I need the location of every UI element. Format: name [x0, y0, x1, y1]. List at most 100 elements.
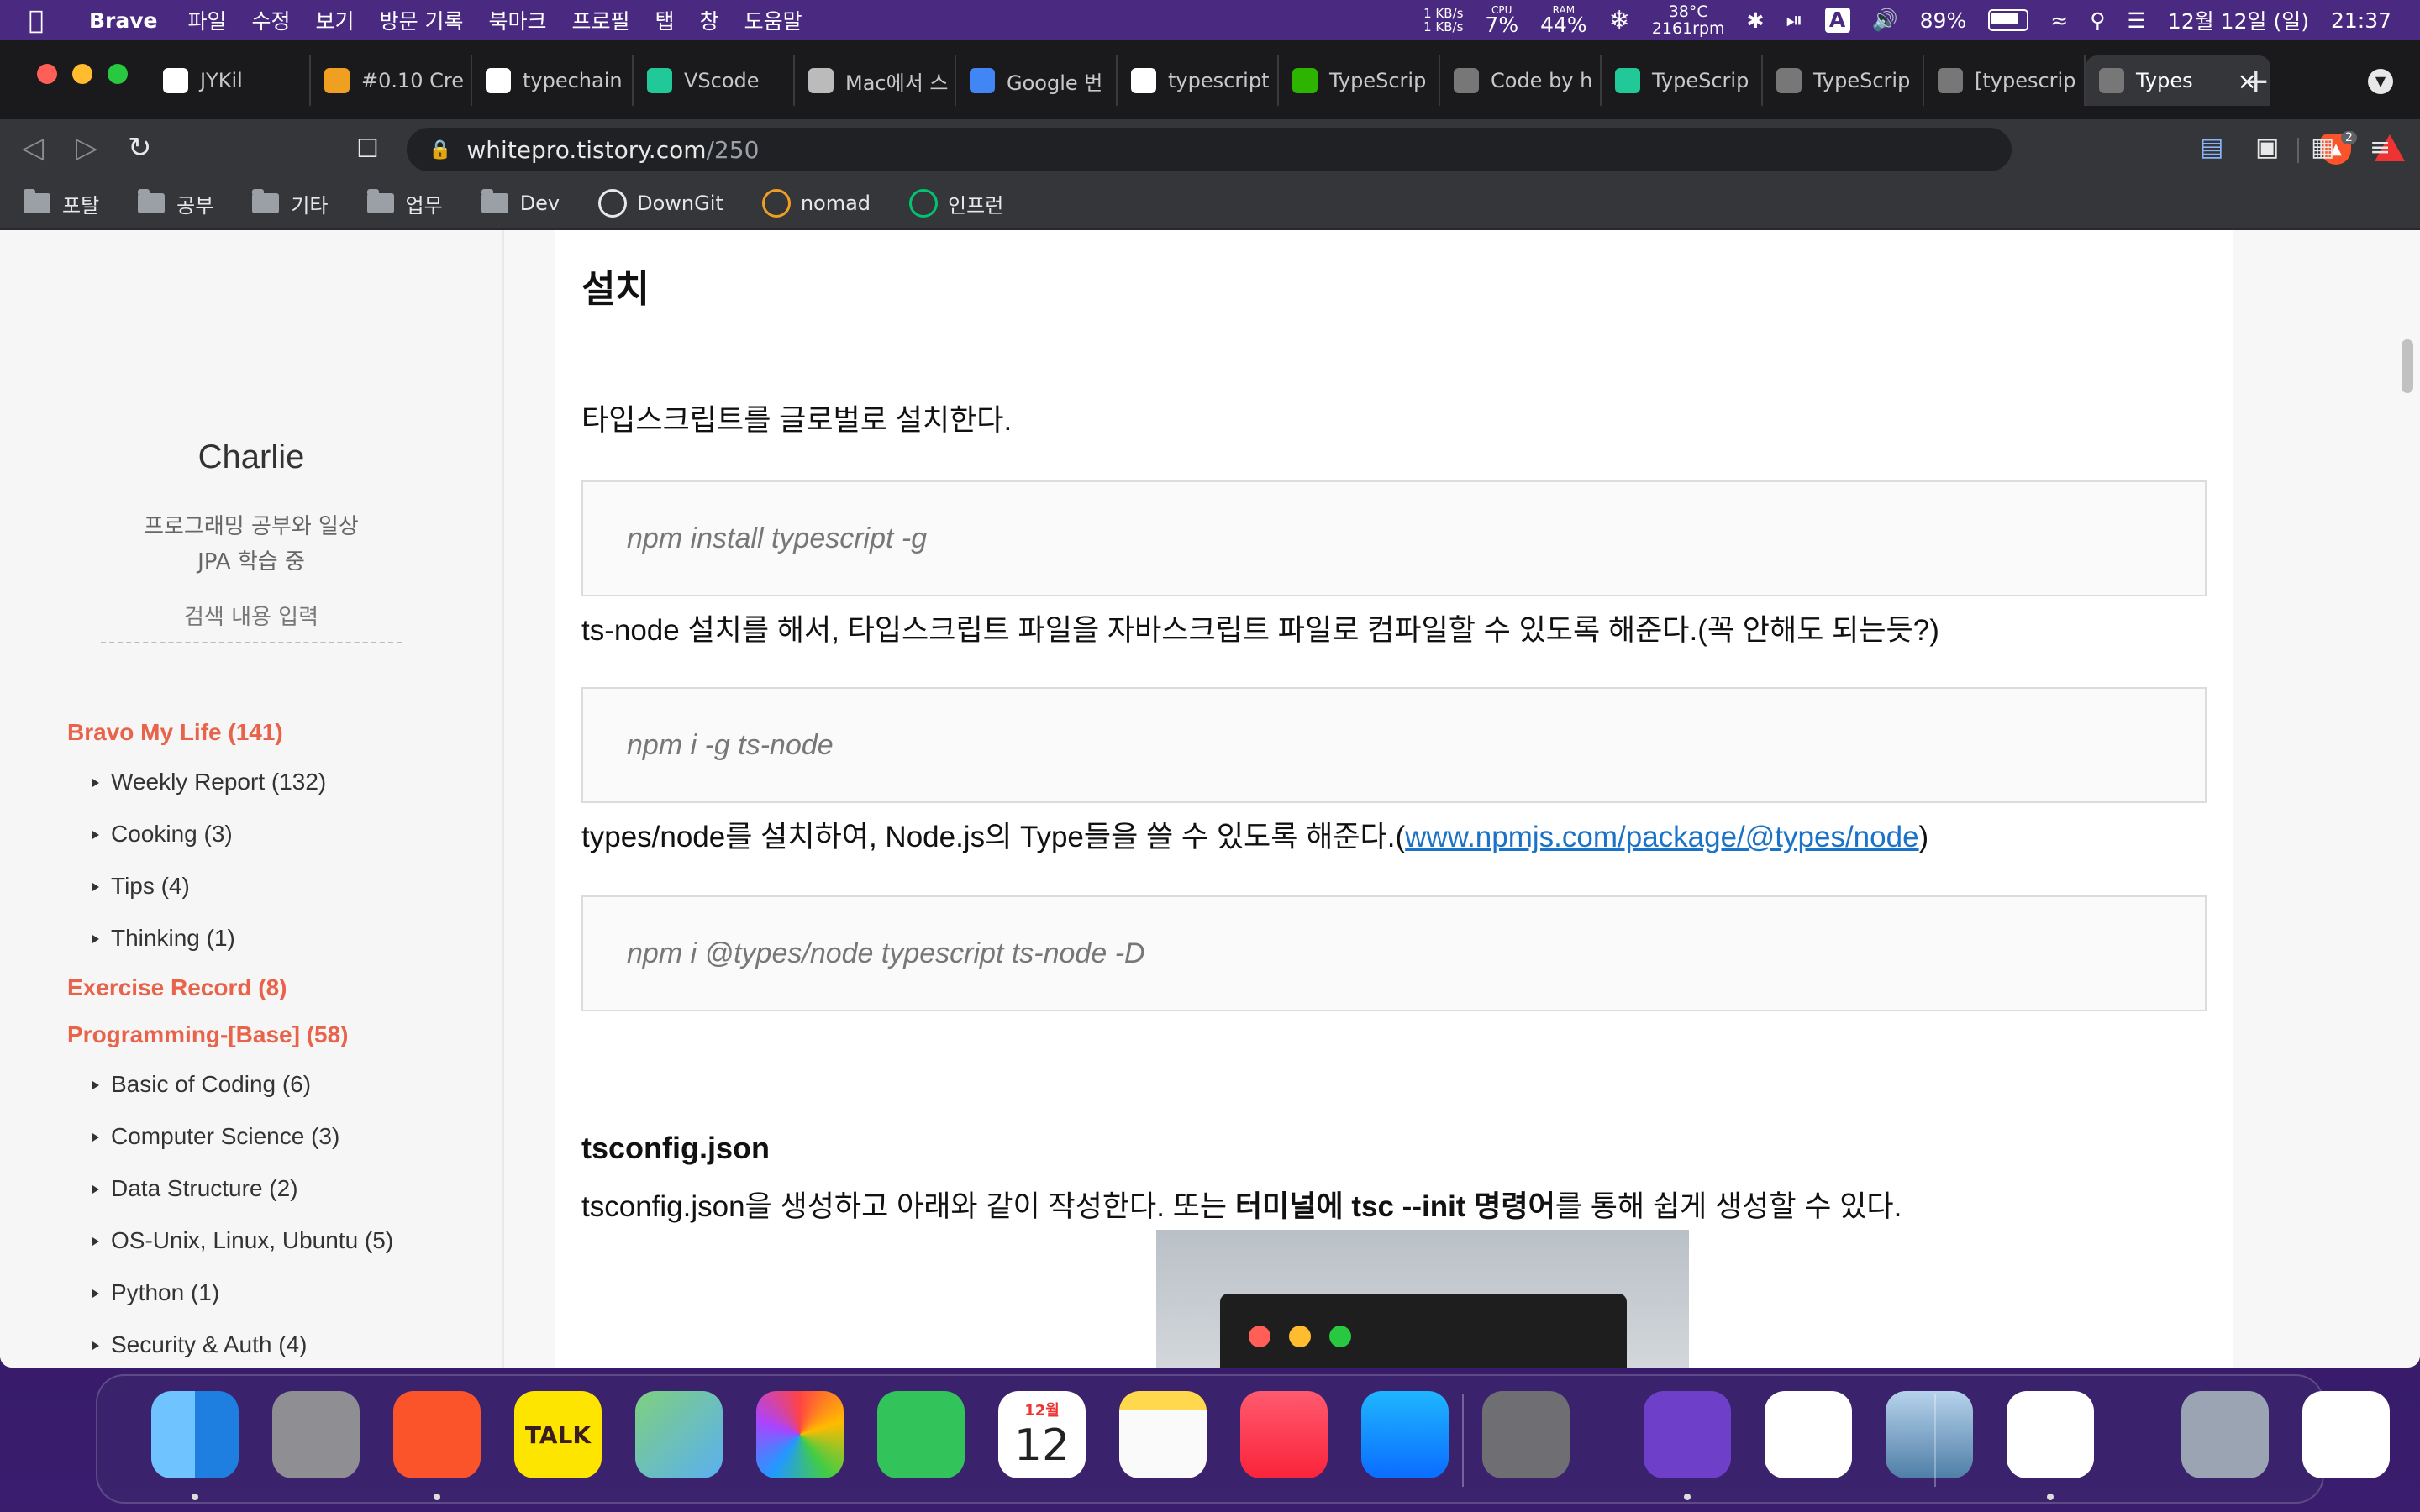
menu-help[interactable]: 도움말: [744, 5, 802, 35]
tab[interactable]: VScode: [634, 55, 795, 106]
battery-icon[interactable]: [1988, 9, 2029, 31]
category-parent[interactable]: Bravo My Life (141): [67, 709, 487, 756]
tab-search-icon[interactable]: ▼: [2368, 69, 2393, 94]
volume-icon[interactable]: 🔊: [1872, 8, 1898, 33]
category-child[interactable]: Basic of Coding (6): [67, 1058, 487, 1110]
back-button[interactable]: ◁: [22, 131, 44, 165]
category-child[interactable]: Computer Science (3): [67, 1110, 487, 1163]
menubar-date[interactable]: 12월 12일 (일): [2168, 5, 2309, 35]
preview-icon[interactable]: [1886, 1391, 1973, 1478]
menu-view[interactable]: 보기: [316, 5, 355, 35]
maps-icon[interactable]: [635, 1391, 723, 1478]
cpu-monitor[interactable]: CPU 7%: [1485, 5, 1518, 35]
music-icon[interactable]: [1240, 1391, 1328, 1478]
address-bar[interactable]: 🔒 whitepro.tistory.com/250 ▲ 2: [407, 128, 2405, 171]
new-tab-button[interactable]: +: [2242, 62, 2270, 101]
category-parent[interactable]: Exercise Record (8): [67, 964, 487, 1011]
system-preferences-icon[interactable]: [1482, 1391, 1570, 1478]
tab[interactable]: [typescrip: [1924, 55, 2086, 106]
tab[interactable]: typescript: [1118, 55, 1279, 106]
brave-icon[interactable]: [393, 1391, 481, 1478]
menu-history[interactable]: 방문 기록: [380, 5, 464, 35]
reload-button[interactable]: ↻: [128, 131, 152, 165]
bookmark-page-icon[interactable]: ☐: [356, 134, 379, 164]
input-source-icon[interactable]: A: [1824, 8, 1850, 33]
spotlight-search-icon[interactable]: ⚲: [2090, 8, 2105, 33]
fan-icon[interactable]: ❄: [1609, 6, 1630, 35]
app-store-icon[interactable]: [1361, 1391, 1449, 1478]
kakaotalk-icon[interactable]: TALK: [514, 1391, 602, 1478]
play-icon[interactable]: ⏯: [1786, 8, 1803, 33]
minimize-window-button[interactable]: [72, 64, 92, 84]
blog-name[interactable]: Charlie: [0, 438, 502, 476]
tab[interactable]: #0.10 Cre: [311, 55, 472, 106]
browser-menu-icon[interactable]: ≡: [2370, 133, 2391, 162]
lock-icon[interactable]: 🔒: [429, 139, 451, 160]
category-parent[interactable]: Programming-[Base] (58): [67, 1011, 487, 1058]
bookmark-item[interactable]: 포탈: [24, 189, 99, 218]
bookmark-item[interactable]: DownGit: [598, 189, 723, 218]
tab[interactable]: typechain: [472, 55, 634, 106]
ram-monitor[interactable]: RAM 44%: [1540, 5, 1587, 35]
github-icon: [163, 68, 188, 93]
vscode-icon[interactable]: [2007, 1391, 2094, 1478]
apple-menu-icon[interactable]: : [29, 6, 66, 35]
close-window-button[interactable]: [37, 64, 57, 84]
bookmark-item[interactable]: 공부: [138, 189, 213, 218]
category-child[interactable]: Weekly Report (132): [67, 756, 487, 808]
menu-bookmarks[interactable]: 북마크: [489, 5, 547, 35]
launchpad-icon[interactable]: [272, 1391, 360, 1478]
bookmark-item[interactable]: 업무: [366, 189, 443, 218]
category-child[interactable]: Thinking (1): [67, 912, 487, 964]
calendar-icon[interactable]: 12월 12: [998, 1391, 1086, 1478]
category-label: Data Structure (2): [111, 1175, 298, 1201]
code-screenshot-image[interactable]: 1 {: [1156, 1230, 1689, 1368]
category-child[interactable]: Tips (4): [67, 860, 487, 912]
menu-file[interactable]: 파일: [188, 5, 227, 35]
tab[interactable]: TypeScrip: [1279, 55, 1440, 106]
status-menus: 1 KB/s 1 KB/s CPU 7% RAM 44% ❄ 38°C 2161…: [1423, 0, 2391, 40]
menubar-time[interactable]: 21:37: [2331, 8, 2391, 33]
wifi-icon[interactable]: ≈: [2050, 8, 2068, 33]
google-translate-extension-icon[interactable]: ▤: [2200, 133, 2223, 162]
wallet-icon[interactable]: ▦: [2311, 133, 2334, 162]
bookmark-item[interactable]: 기타: [252, 189, 329, 218]
tab[interactable]: Code by h: [1440, 55, 1602, 106]
bluetooth-icon[interactable]: ✱: [1747, 8, 1765, 33]
category-child[interactable]: Cooking (3): [67, 808, 487, 860]
zoom-window-button[interactable]: [108, 64, 128, 84]
tab[interactable]: Google 번: [956, 55, 1118, 106]
facetime-icon[interactable]: [877, 1391, 965, 1478]
bookmark-item[interactable]: Dev: [481, 189, 560, 215]
extensions-icon[interactable]: ▣: [2255, 133, 2279, 162]
tab[interactable]: TypeScrip: [1602, 55, 1763, 106]
tab[interactable]: Mac에서 스: [795, 55, 956, 106]
forward-button[interactable]: ▷: [76, 131, 97, 165]
page-scrollbar[interactable]: [2402, 339, 2413, 393]
menu-profile[interactable]: 프로필: [572, 5, 630, 35]
category-child[interactable]: Security & Auth (4): [67, 1319, 487, 1368]
photos-icon[interactable]: [756, 1391, 844, 1478]
category-child[interactable]: OS-Unix, Linux, Ubuntu (5): [67, 1215, 487, 1267]
bookmark-item[interactable]: nomad: [761, 189, 871, 218]
document-icon[interactable]: [2302, 1391, 2390, 1478]
slack-icon[interactable]: [1765, 1391, 1852, 1478]
automator-icon[interactable]: [2181, 1391, 2269, 1478]
bookmark-item[interactable]: 인프런: [909, 189, 1003, 218]
notes-icon[interactable]: [1119, 1391, 1207, 1478]
npm-types-node-link[interactable]: www.npmjs.com/package/@types/node: [1405, 821, 1918, 853]
sensor-monitor[interactable]: 38°C 2161rpm: [1652, 3, 1725, 37]
menu-edit[interactable]: 수정: [252, 5, 291, 35]
network-monitor[interactable]: 1 KB/s 1 KB/s: [1423, 7, 1463, 34]
github-desktop-icon[interactable]: [1644, 1391, 1731, 1478]
menu-tab[interactable]: 탭: [655, 5, 675, 35]
finder-icon[interactable]: [151, 1391, 239, 1478]
category-child[interactable]: Python (1): [67, 1267, 487, 1319]
category-child[interactable]: Data Structure (2): [67, 1163, 487, 1215]
control-center-icon[interactable]: ☰: [2128, 8, 2146, 33]
blog-search-input[interactable]: 검색 내용 입력: [101, 600, 402, 643]
tab[interactable]: JYKil: [150, 55, 311, 106]
app-name-menu[interactable]: Brave: [89, 8, 158, 33]
menu-window[interactable]: 창: [700, 5, 719, 35]
tab[interactable]: TypeScrip: [1763, 55, 1924, 106]
